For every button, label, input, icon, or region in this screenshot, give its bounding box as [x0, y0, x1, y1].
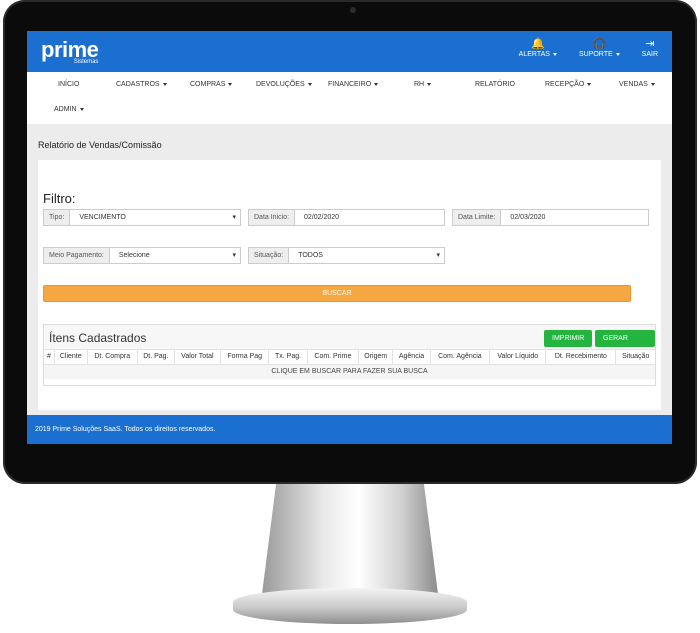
monitor-stand-neck: [262, 484, 438, 594]
meio-pagamento-select[interactable]: Meio Pagamento: Selecione: [43, 247, 241, 264]
nav-label: RECEPÇÃO: [545, 81, 585, 88]
nav-inicio[interactable]: INÍCIO: [58, 81, 79, 88]
chevron-down-icon: [228, 82, 233, 86]
meio-pagamento-label: Meio Pagamento:: [44, 248, 110, 263]
top-actions: 🔔 ALERTAS 🎧 SUPORTE ⇥ SAIR: [519, 37, 658, 58]
chevron-down-icon: [79, 107, 84, 111]
brand-sub: Sistemas: [73, 59, 99, 65]
column-header[interactable]: Situação: [615, 350, 655, 365]
chevron-down-icon: [427, 82, 432, 86]
monitor-stand-base: [233, 588, 467, 624]
data-limite-field[interactable]: Data Limite: 02/03/2020: [452, 209, 649, 226]
column-header[interactable]: Valor Total: [174, 350, 221, 365]
nav-recepcao[interactable]: RECEPÇÃO: [545, 81, 592, 88]
chevron-down-icon: [162, 82, 167, 86]
filter-heading: Filtro:: [43, 191, 76, 206]
column-header[interactable]: Dt. Pag.: [137, 350, 175, 365]
chevron-down-icon: [615, 52, 620, 56]
imprimir-button[interactable]: IMPRIMIR: [544, 330, 593, 347]
grid-header: Ítens Cadastrados IMPRIMIR GERAR EXCEL: [44, 325, 655, 359]
nav-label: RH: [414, 81, 425, 88]
situacao-select[interactable]: Situação: TODOS: [248, 247, 445, 264]
nav-label: VENDAS: [619, 81, 648, 88]
nav-label: RELATÓRIO: [475, 81, 515, 88]
footer: 2019 Prime Soluções SaaS. Todos os direi…: [27, 415, 672, 444]
column-header[interactable]: Cliente: [54, 350, 88, 365]
meio-pagamento-value: Selecione: [110, 248, 240, 263]
nav-relatorio[interactable]: RELATÓRIO: [475, 81, 515, 88]
nav-label: INÍCIO: [58, 81, 80, 88]
filter-panel: Filtro: Tipo: VENCIMENTO Data Inicio: 02…: [38, 160, 661, 410]
table-row: CLIQUE EM BUSCAR PARA FAZER SUA BUSCA: [44, 364, 655, 379]
tipo-label: Tipo:: [44, 210, 71, 225]
results-table: # Cliente Dt. Compra Dt. Pag. Valor Tota…: [44, 350, 655, 379]
suporte-button[interactable]: 🎧 SUPORTE: [579, 37, 620, 58]
nav-vendas[interactable]: VENDAS: [619, 81, 655, 88]
column-header[interactable]: Com. Agência: [430, 350, 491, 365]
tipo-select[interactable]: Tipo: VENCIMENTO: [43, 209, 241, 226]
column-header[interactable]: Dt. Compra: [87, 350, 138, 365]
empty-message: CLIQUE EM BUSCAR PARA FAZER SUA BUSCA: [44, 364, 655, 379]
grid-title: Ítens Cadastrados: [49, 331, 147, 345]
nav-label: CADASTROS: [116, 81, 160, 88]
column-header[interactable]: #: [44, 350, 55, 365]
chevron-down-icon: [650, 82, 655, 86]
nav-label: FINANCEIRO: [328, 81, 372, 88]
nav-compras[interactable]: COMPRAS: [190, 81, 233, 88]
buscar-button[interactable]: BUSCAR: [43, 285, 631, 302]
column-header[interactable]: Tx. Pag.: [268, 350, 308, 365]
gerar-excel-button[interactable]: GERAR EXCEL: [595, 330, 655, 359]
nav-label: COMPRAS: [190, 81, 226, 88]
data-inicio-field[interactable]: Data Inicio: 02/02/2020: [248, 209, 445, 226]
nav-admin[interactable]: ADMIN: [54, 106, 84, 113]
column-header[interactable]: Dt. Recebimento: [545, 350, 617, 365]
sair-label: SAIR: [641, 51, 658, 58]
alertas-button[interactable]: 🔔 ALERTAS: [519, 37, 557, 58]
situacao-label: Situação:: [249, 248, 290, 263]
data-limite-label: Data Limite:: [453, 210, 502, 225]
top-header: prime Sistemas 🔔 ALERTAS 🎧 SUPORTE ⇥ SAI…: [27, 31, 672, 72]
nav-label: DEVOLUÇÕES: [256, 81, 305, 88]
results-grid: Ítens Cadastrados IMPRIMIR GERAR EXCEL #…: [43, 324, 656, 386]
app-screen: prime Sistemas 🔔 ALERTAS 🎧 SUPORTE ⇥ SAI…: [27, 31, 672, 444]
bell-icon: 🔔: [530, 38, 545, 50]
brand-name: prime: [41, 37, 99, 62]
nav-label: ADMIN: [54, 106, 77, 113]
nav-rh[interactable]: RH: [414, 81, 432, 88]
column-header[interactable]: Com. Prime: [307, 350, 360, 365]
chevron-down-icon: [587, 82, 592, 86]
suporte-label: SUPORTE: [578, 51, 613, 58]
data-inicio-label: Data Inicio:: [249, 210, 296, 225]
monitor-frame: prime Sistemas 🔔 ALERTAS 🎧 SUPORTE ⇥ SAI…: [0, 0, 700, 633]
column-header[interactable]: Valor Líquido: [489, 350, 547, 365]
nav-cadastros[interactable]: CADASTROS: [116, 81, 167, 88]
column-header[interactable]: Agência: [392, 350, 431, 365]
table-header-row: # Cliente Dt. Compra Dt. Pag. Valor Tota…: [44, 350, 655, 365]
logout-icon: ⇥: [645, 38, 655, 50]
situacao-value: TODOS: [289, 248, 444, 263]
column-header[interactable]: Forma Pag: [220, 350, 270, 365]
headset-icon: 🎧: [592, 38, 607, 50]
data-limite-value: 02/03/2020: [510, 214, 546, 221]
page-title: Relatório de Vendas/Comissão: [38, 140, 162, 150]
brand-logo[interactable]: prime Sistemas: [41, 37, 99, 66]
nav-devolucoes[interactable]: DEVOLUÇÕES: [256, 81, 312, 88]
data-inicio-value: 02/02/2020: [304, 214, 340, 221]
nav-financeiro[interactable]: FINANCEIRO: [328, 81, 379, 88]
camera-icon: [350, 7, 356, 13]
alertas-label: ALERTAS: [518, 51, 550, 58]
sair-button[interactable]: ⇥ SAIR: [642, 37, 658, 58]
tipo-value: VENCIMENTO: [70, 210, 240, 225]
chevron-down-icon: [374, 82, 379, 86]
chevron-down-icon: [552, 52, 557, 56]
main-nav: INÍCIO CADASTROS COMPRAS DEVOLUÇÕES FINA…: [27, 72, 672, 124]
column-header[interactable]: Origem: [358, 350, 394, 365]
chevron-down-icon: [307, 82, 312, 86]
